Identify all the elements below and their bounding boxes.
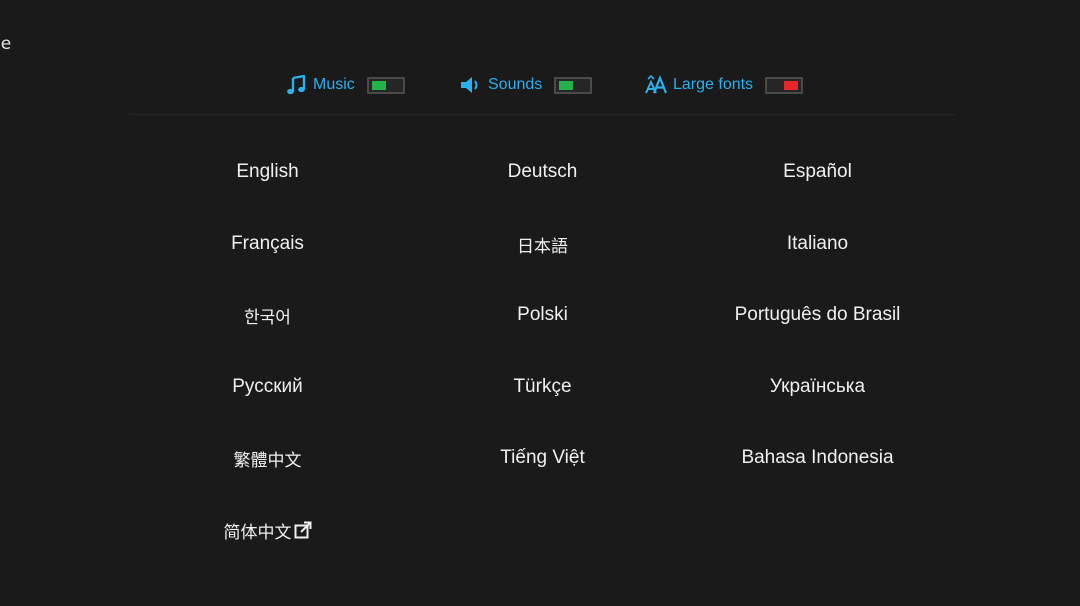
music-toggle-label: Music — [313, 76, 355, 93]
external-link-icon — [294, 521, 312, 539]
language-option-vietnamese[interactable]: Tiếng Việt — [405, 434, 680, 482]
language-option-ukrainian[interactable]: Українська — [680, 363, 955, 411]
divider — [130, 114, 955, 115]
music-switch[interactable] — [366, 76, 405, 94]
music-switch-knob — [371, 80, 386, 90]
sounds-switch-knob — [559, 80, 574, 90]
language-option-deutsch[interactable]: Deutsch — [405, 148, 680, 196]
language-option-japanese[interactable]: 日本語 — [405, 220, 680, 268]
language-option-english[interactable]: English — [130, 148, 405, 196]
speaker-icon — [460, 74, 482, 96]
language-option-korean[interactable]: 한국어 — [130, 291, 405, 339]
settings-toggles: Music Sounds Large fonts — [0, 70, 1080, 100]
language-option-portugues-brasil[interactable]: Português do Brasil — [680, 291, 955, 339]
large-fonts-toggle-label: Large fonts — [673, 76, 754, 93]
sounds-switch[interactable] — [554, 76, 593, 94]
large-fonts-switch[interactable] — [765, 76, 804, 94]
language-option-bahasa-indonesia[interactable]: Bahasa Indonesia — [680, 434, 955, 482]
language-option-francais[interactable]: Français — [130, 220, 405, 268]
language-option-italiano[interactable]: Italiano — [680, 220, 955, 268]
language-settings-screen: ge Music Sounds — [0, 0, 1080, 606]
font-size-icon — [645, 74, 667, 96]
music-toggle[interactable]: Music — [285, 70, 405, 100]
simplified-chinese-label: 简体中文 — [223, 522, 292, 543]
sounds-toggle-label: Sounds — [488, 76, 543, 93]
page-title: ge — [0, 34, 12, 54]
language-option-traditional-chinese[interactable]: 繁體中文 — [130, 434, 405, 482]
sounds-toggle[interactable]: Sounds — [460, 70, 593, 100]
language-option-espanol[interactable]: Español — [680, 148, 955, 196]
language-option-russian[interactable]: Русский — [130, 363, 405, 411]
large-fonts-switch-knob — [784, 80, 799, 90]
language-option-simplified-chinese[interactable]: 简体中文 — [130, 506, 405, 554]
music-note-icon — [285, 74, 307, 96]
large-fonts-toggle[interactable]: Large fonts — [645, 70, 804, 100]
language-option-polski[interactable]: Polski — [405, 291, 680, 339]
language-option-turkce[interactable]: Türkçe — [405, 363, 680, 411]
